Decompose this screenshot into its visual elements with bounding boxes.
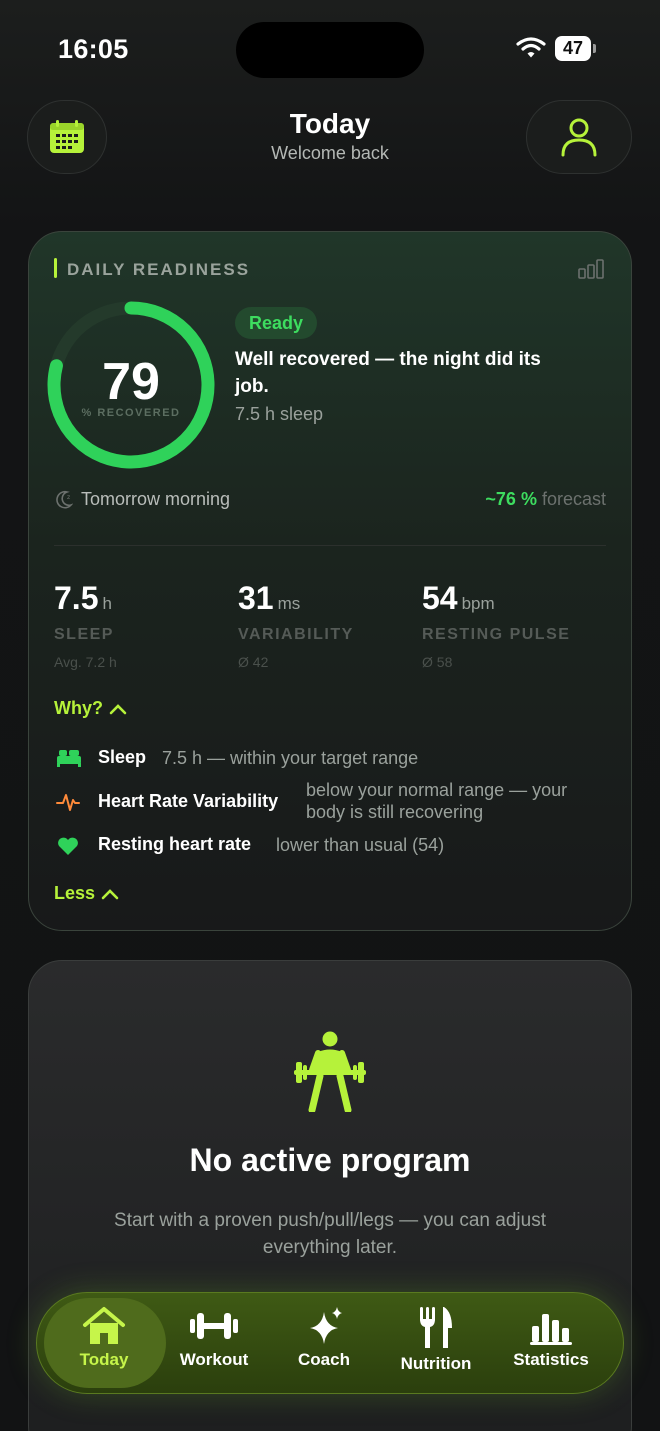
bar-chart-icon	[530, 1314, 572, 1345]
tab-workout[interactable]: Workout	[159, 1306, 269, 1370]
chevron-up-icon	[101, 888, 119, 899]
reason-name: Resting heart rate	[98, 834, 252, 854]
home-icon	[83, 1307, 125, 1344]
readiness-headline: Well recovered — the night did its job.	[235, 349, 541, 397]
metric-value: 7.5	[54, 580, 99, 616]
tomorrow-label: Tomorrow morning	[81, 489, 231, 509]
dynamic-island	[236, 22, 424, 78]
moon-icon: z	[55, 490, 74, 515]
forecast-value: ~76 %	[485, 489, 537, 509]
sleep-summary: 7.5 h sleep	[235, 404, 324, 424]
heart-icon	[56, 836, 80, 861]
metric-label: RESTING PULSE	[422, 626, 571, 643]
reason-description: lower than usual (54)	[276, 835, 445, 855]
fork-knife-icon	[420, 1307, 452, 1348]
metric-value: 31	[238, 580, 274, 616]
tab-nutrition[interactable]: Nutrition	[381, 1306, 491, 1374]
profile-button[interactable]	[526, 100, 632, 174]
less-label: Less	[54, 883, 96, 903]
metric-average: Ø 58	[422, 654, 453, 670]
readiness-score-label: % RECOVERED	[81, 407, 181, 419]
reason-name: Heart Rate Variability	[98, 791, 279, 811]
tab-coach[interactable]: Coach	[269, 1306, 379, 1370]
metric-label: SLEEP	[54, 626, 114, 643]
metric-resting-pulse: 54 bpm RESTING PULSE Ø 58	[422, 580, 569, 670]
pulse-icon	[56, 791, 80, 818]
svg-text:z: z	[67, 494, 70, 501]
metric-average: Avg. 7.2 h	[54, 654, 117, 670]
reason-name: Sleep	[98, 747, 147, 767]
weightlifter-icon	[290, 1030, 370, 1117]
metric-sleep: 7.5 h SLEEP Avg. 7.2 h	[54, 580, 117, 670]
why-label: Why?	[54, 698, 103, 718]
divider	[54, 545, 606, 546]
tab-label: Today	[79, 1350, 129, 1369]
forecast: ~76 % forecast	[485, 489, 606, 510]
person-icon	[561, 118, 597, 157]
metric-label: VARIABILITY	[238, 626, 354, 643]
section-label: DAILY READINESS	[67, 260, 251, 279]
tab-statistics[interactable]: Statistics	[496, 1306, 606, 1370]
reason-description: 7.5 h — within your target range	[162, 748, 419, 768]
tab-label: Nutrition	[400, 1354, 472, 1373]
metric-unit: ms	[277, 594, 301, 613]
why-toggle[interactable]: Why?	[54, 698, 127, 719]
readiness-score: 79	[102, 353, 160, 411]
less-toggle[interactable]: Less	[54, 883, 119, 904]
battery-indicator: 47	[555, 36, 591, 61]
metric-value: 54	[422, 580, 458, 616]
program-title: No active program	[189, 1142, 471, 1178]
bar-chart-icon[interactable]	[578, 259, 604, 284]
tab-label: Workout	[179, 1350, 249, 1369]
metric-average: Ø 42	[238, 654, 269, 670]
forecast-label: forecast	[541, 489, 606, 509]
battery-tip	[593, 44, 596, 53]
status-time: 16:05	[58, 34, 129, 64]
tab-today[interactable]: Today	[49, 1306, 159, 1370]
section-accent-bar	[54, 258, 57, 278]
metric-variability: 31 ms VARIABILITY Ø 42	[238, 580, 352, 670]
tab-label: Coach	[298, 1350, 350, 1369]
reason-description: below your normal range — your body is s…	[306, 780, 568, 822]
status-badge: Ready	[235, 307, 318, 339]
program-description: Start with a proven push/pull/legs — you…	[114, 1210, 546, 1258]
bed-icon	[56, 748, 82, 773]
sparkle-icon	[310, 1307, 342, 1344]
metric-unit: h	[102, 594, 112, 613]
wifi-icon	[516, 37, 546, 64]
dumbbell-icon	[190, 1313, 238, 1339]
metric-unit: bpm	[461, 594, 495, 613]
tab-label: Statistics	[513, 1350, 589, 1369]
chevron-up-icon	[109, 703, 127, 714]
